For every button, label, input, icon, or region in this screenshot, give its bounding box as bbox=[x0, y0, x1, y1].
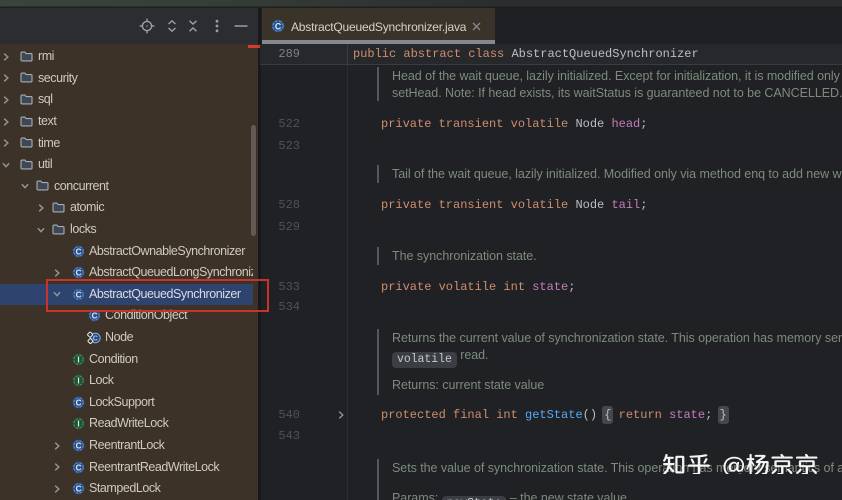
svg-text:C: C bbox=[76, 247, 82, 256]
svg-text:C: C bbox=[76, 463, 82, 472]
svg-text:I: I bbox=[77, 420, 79, 429]
svg-text:C: C bbox=[92, 312, 98, 321]
svg-text:I: I bbox=[77, 377, 79, 386]
svg-text:C: C bbox=[76, 398, 82, 407]
svg-text:I: I bbox=[77, 355, 79, 364]
svg-text:C: C bbox=[275, 21, 282, 31]
svg-text:C: C bbox=[76, 442, 82, 451]
svg-text:C: C bbox=[93, 336, 98, 343]
svg-text:C: C bbox=[76, 485, 82, 494]
svg-text:C: C bbox=[76, 269, 82, 278]
